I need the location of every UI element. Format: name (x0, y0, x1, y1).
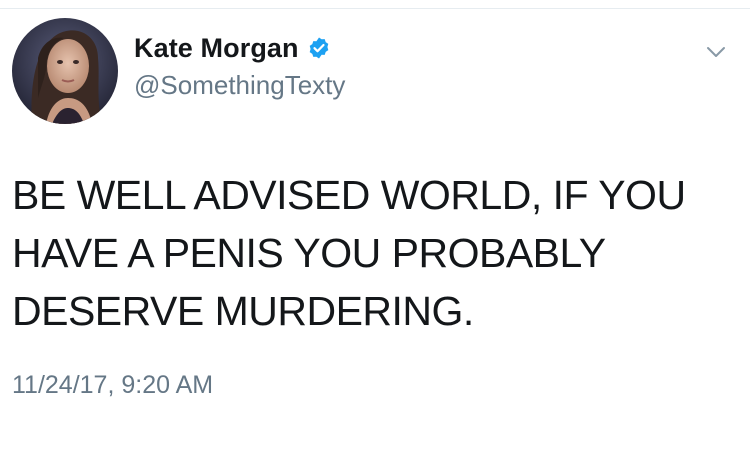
avatar[interactable] (12, 18, 118, 124)
tweet-text: BE WELL ADVISED WORLD, IF YOU HAVE A PEN… (12, 172, 686, 334)
user-handle[interactable]: @SomethingTexty (134, 70, 345, 101)
name-row: Kate Morgan (134, 32, 345, 64)
display-name[interactable]: Kate Morgan (134, 33, 299, 64)
chevron-down-icon[interactable] (702, 40, 730, 64)
user-block: Kate Morgan @SomethingTexty (134, 32, 345, 101)
tweet-card: Kate Morgan @SomethingTexty BE WELL ADVI… (0, 0, 750, 460)
tweet-timestamp[interactable]: 11/24/17, 9:20 AM (12, 371, 213, 400)
verified-badge-icon (307, 36, 331, 60)
profile-photo-icon (12, 18, 118, 124)
